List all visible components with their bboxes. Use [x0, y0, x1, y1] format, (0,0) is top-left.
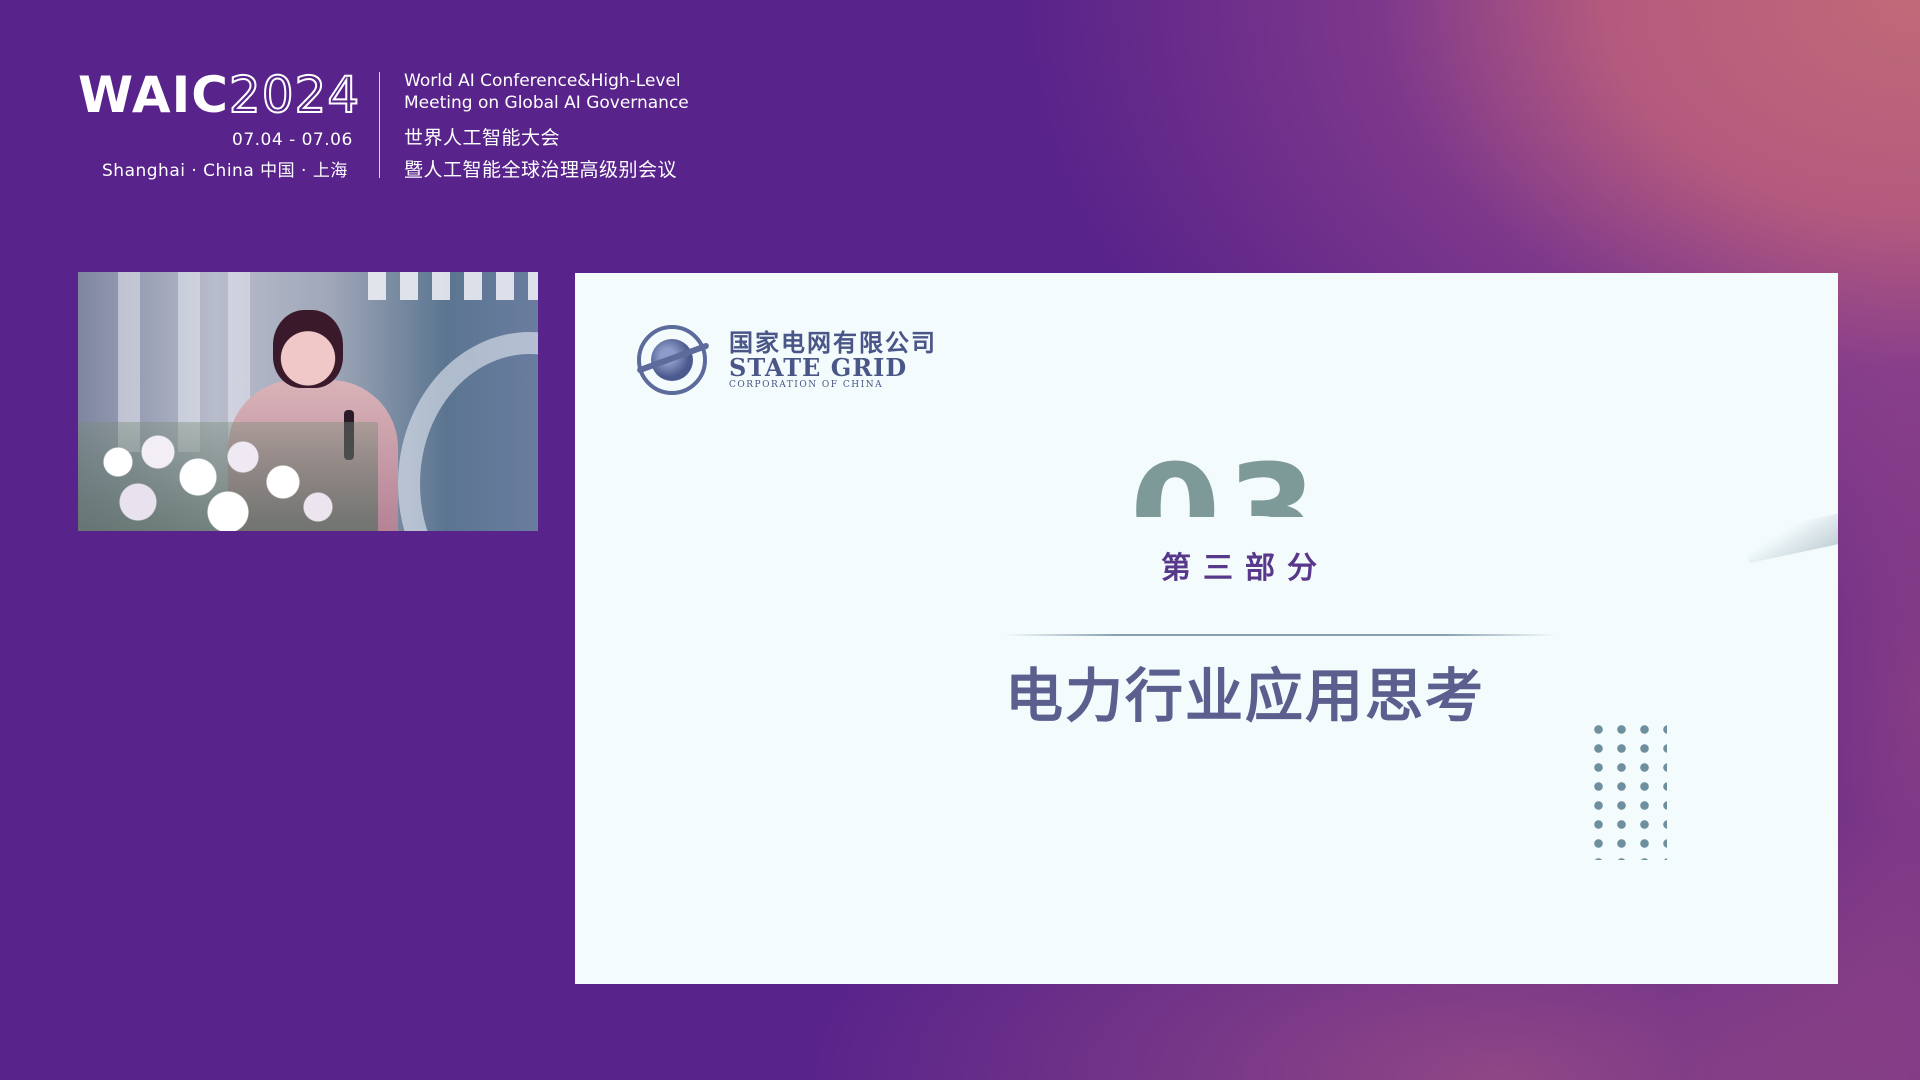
conference-name-en-line2: Meeting on Global AI Governance	[404, 93, 689, 113]
dot-grid-decoration	[1587, 720, 1667, 860]
speaker-video	[78, 272, 538, 531]
waic-brand-word: WAIC	[78, 66, 229, 124]
stage-arch	[398, 332, 538, 531]
stage-screen	[368, 272, 538, 300]
speaker-head	[273, 310, 343, 388]
globe-icon	[637, 325, 707, 395]
section-label: 第三部分	[1161, 551, 1329, 586]
decorative-streak	[1742, 512, 1838, 564]
state-grid-logo: 国家电网有限公司 STATE GRID CORPORATION OF CHINA	[637, 325, 937, 395]
conference-name-en-line1: World AI Conference&High-Level	[404, 71, 681, 91]
section-title: 电力行业应用思考	[1004, 662, 1485, 730]
waic-logo: WAIC2024	[78, 65, 361, 125]
conference-name-cn-line1: 世界人工智能大会	[404, 127, 561, 149]
conference-name-cn-line2: 暨人工智能全球治理高级别会议	[404, 159, 678, 181]
conference-name-en: World AI Conference&High-Level Meeting o…	[404, 70, 689, 114]
podium-flowers	[78, 422, 378, 531]
conference-name-cn: 世界人工智能大会 暨人工智能全球治理高级别会议	[404, 122, 677, 186]
event-dates: 07.04 - 07.06	[232, 130, 353, 150]
state-grid-name-en: STATE GRID	[729, 353, 908, 382]
title-divider	[1005, 634, 1555, 636]
state-grid-logo-text: 国家电网有限公司 STATE GRID CORPORATION OF CHINA	[729, 330, 937, 391]
section-number-text: 03	[1130, 453, 1323, 517]
section-number: 03	[1130, 453, 1370, 517]
presentation-slide: 国家电网有限公司 STATE GRID CORPORATION OF CHINA…	[575, 273, 1838, 984]
event-location: Shanghai · China 中国 · 上海	[102, 161, 348, 181]
header-divider	[379, 72, 380, 178]
waic-brand-year: 2024	[228, 65, 361, 125]
